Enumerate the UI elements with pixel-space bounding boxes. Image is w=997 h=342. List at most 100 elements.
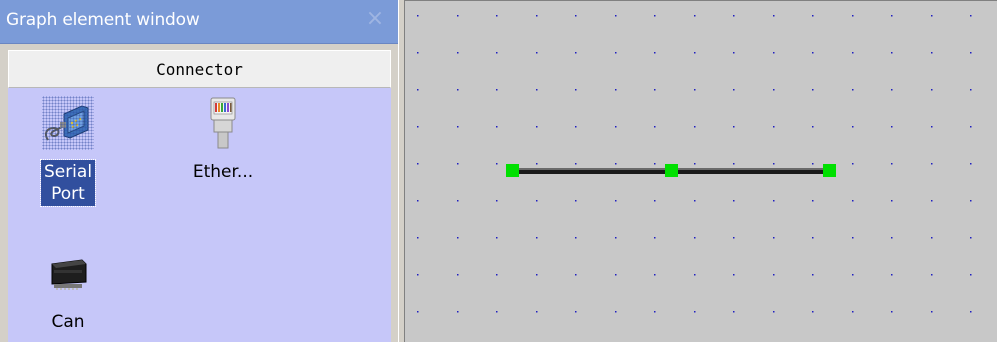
- tool-label-ethernet: Ether...: [192, 162, 254, 182]
- handle-mid[interactable]: [665, 164, 678, 177]
- grid-dot: [970, 89, 972, 91]
- drawing-canvas[interactable]: [405, 0, 997, 342]
- grid-dot: [970, 126, 972, 128]
- tool-label-serial-port: Serial Port: [39, 159, 97, 207]
- grid-dot: [575, 274, 577, 276]
- grid-dot: [417, 311, 419, 313]
- grid-dot: [852, 163, 854, 165]
- grid-dot: [733, 15, 735, 17]
- grid-dot: [654, 126, 656, 128]
- grid-dot: [773, 163, 775, 165]
- category-header-connector[interactable]: Connector: [8, 50, 391, 88]
- grid-dot: [694, 126, 696, 128]
- grid-dot: [733, 237, 735, 239]
- grid-dot: [496, 200, 498, 202]
- grid-dot: [575, 89, 577, 91]
- tool-label-can: Can: [51, 312, 85, 332]
- grid-dot: [575, 126, 577, 128]
- grid-dot: [891, 89, 893, 91]
- grid-dot: [852, 200, 854, 202]
- app-window: Graph element window × Connector Serial …: [0, 0, 997, 342]
- grid-dot: [931, 52, 933, 54]
- grid-dot: [536, 52, 538, 54]
- grid-dot: [733, 311, 735, 313]
- tool-label-line-1: Serial: [43, 162, 93, 182]
- tool-ethernet[interactable]: Ether...: [186, 96, 260, 184]
- grid-dot: [773, 274, 775, 276]
- panel-title: Graph element window: [6, 10, 200, 30]
- grid-dot: [536, 237, 538, 239]
- grid-dot: [931, 15, 933, 17]
- can-connector-icon: [42, 246, 94, 300]
- grid-dot: [733, 200, 735, 202]
- grid-dot: [812, 200, 814, 202]
- grid-dot: [852, 274, 854, 276]
- grid-dot: [891, 15, 893, 17]
- grid-dot: [457, 52, 459, 54]
- graph-element-panel: Graph element window × Connector Serial …: [0, 0, 398, 342]
- grid-dot: [852, 311, 854, 313]
- grid-dot: [773, 89, 775, 91]
- grid-dot: [891, 126, 893, 128]
- grid-dot: [812, 89, 814, 91]
- panel-splitter[interactable]: [398, 0, 405, 342]
- grid-dot: [812, 52, 814, 54]
- grid-dot: [694, 200, 696, 202]
- grid-dot: [496, 311, 498, 313]
- grid-dot: [970, 163, 972, 165]
- grid-dot: [654, 163, 656, 165]
- grid-dot: [733, 163, 735, 165]
- grid-dot: [931, 200, 933, 202]
- grid-dot: [733, 52, 735, 54]
- grid-dot: [457, 126, 459, 128]
- grid-dot: [891, 274, 893, 276]
- handle-start[interactable]: [506, 164, 519, 177]
- tool-serial-port[interactable]: Serial Port: [31, 96, 105, 207]
- grid-dot: [575, 163, 577, 165]
- grid-dot: [654, 52, 656, 54]
- grid-dot: [852, 89, 854, 91]
- grid-dot: [773, 237, 775, 239]
- grid-dot: [694, 237, 696, 239]
- panel-titlebar[interactable]: Graph element window ×: [0, 0, 398, 44]
- grid-dot: [694, 89, 696, 91]
- grid-dot: [852, 15, 854, 17]
- grid-dot: [457, 89, 459, 91]
- grid-dot: [970, 200, 972, 202]
- grid-dot: [496, 274, 498, 276]
- grid-dot: [891, 311, 893, 313]
- grid-dot: [575, 237, 577, 239]
- grid-dot: [575, 52, 577, 54]
- grid-dot: [852, 126, 854, 128]
- serial-port-icon: [42, 96, 94, 150]
- grid-dot: [457, 200, 459, 202]
- grid-dot: [733, 274, 735, 276]
- grid-dot: [496, 89, 498, 91]
- grid-dot: [417, 15, 419, 17]
- tool-can[interactable]: Can: [31, 246, 105, 334]
- ethernet-icon: [197, 96, 249, 150]
- grid-dot: [970, 52, 972, 54]
- grid-dot: [654, 274, 656, 276]
- grid-dot: [615, 237, 617, 239]
- grid-dot: [457, 15, 459, 17]
- grid-dot: [812, 311, 814, 313]
- close-icon[interactable]: ×: [364, 8, 386, 30]
- grid-dot: [852, 237, 854, 239]
- grid-dot: [852, 52, 854, 54]
- grid-dot: [615, 311, 617, 313]
- grid-dot: [496, 237, 498, 239]
- grid-dot: [654, 200, 656, 202]
- grid-dot: [536, 89, 538, 91]
- grid-dot: [496, 52, 498, 54]
- handle-end[interactable]: [823, 164, 836, 177]
- canvas-grid: [405, 1, 997, 342]
- grid-dot: [536, 274, 538, 276]
- grid-dot: [773, 52, 775, 54]
- grid-dot: [931, 163, 933, 165]
- grid-dot: [733, 89, 735, 91]
- grid-dot: [812, 237, 814, 239]
- grid-dot: [654, 311, 656, 313]
- grid-dot: [457, 237, 459, 239]
- grid-dot: [931, 237, 933, 239]
